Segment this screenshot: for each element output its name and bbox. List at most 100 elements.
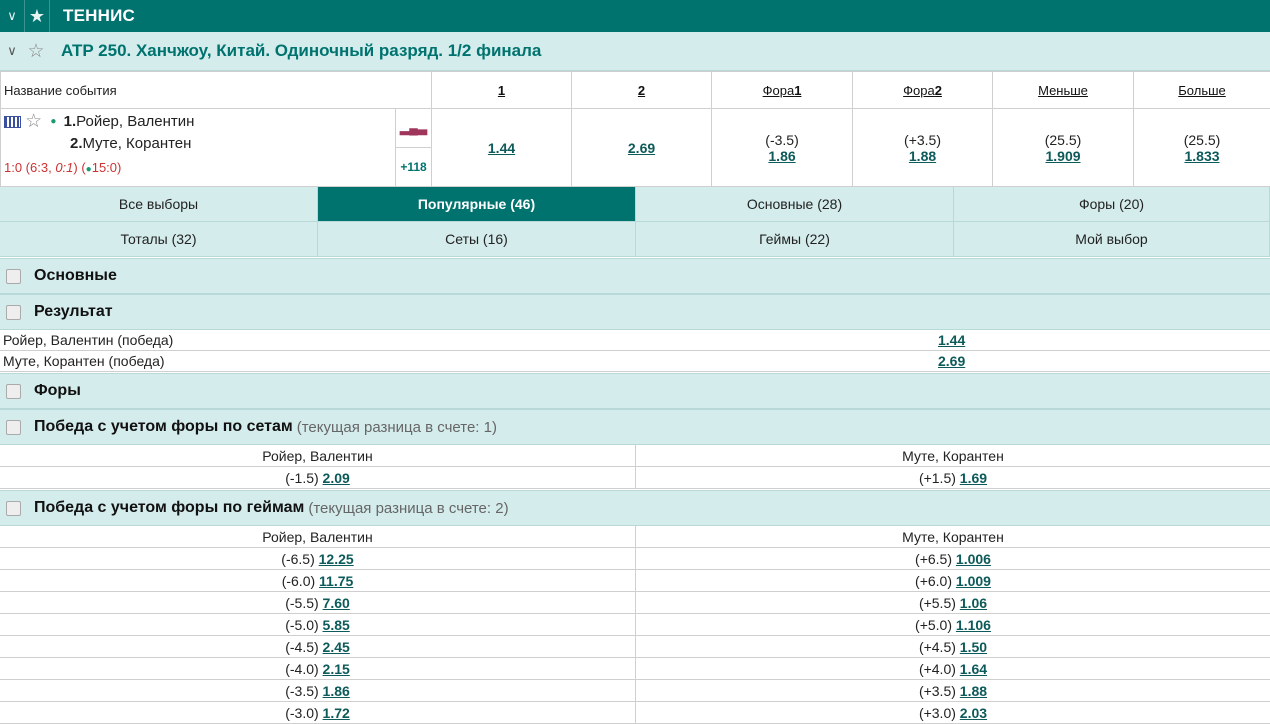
handicap-odd[interactable]: 5.85 <box>323 617 350 633</box>
checkbox[interactable] <box>6 305 21 320</box>
handicap-row: (+4.5) 1.50 <box>636 636 1270 658</box>
player-2-number: 2. <box>70 135 83 152</box>
handicap-odd[interactable]: 1.69 <box>960 470 987 486</box>
handicap-base: (+4.5) <box>919 639 956 655</box>
handicap-base: (-6.5) <box>281 551 314 567</box>
filter-all[interactable]: Все выборы <box>0 187 318 222</box>
handicap-base: (+5.5) <box>919 595 956 611</box>
outcome-name: Муте, Корантен (победа) <box>0 353 636 369</box>
handicap-row: (+4.0) 1.64 <box>636 658 1270 680</box>
star-outline-icon[interactable]: ☆ <box>25 111 42 132</box>
col-less-header[interactable]: Меньше <box>1038 83 1088 98</box>
handicap-row: (-4.0) 2.15 <box>0 658 635 680</box>
handicap-odd[interactable]: 2.09 <box>323 470 350 486</box>
col-fora1-header[interactable]: Фора1 <box>763 83 802 98</box>
section-main[interactable]: Основные <box>0 258 1270 294</box>
less-base: (25.5) <box>994 132 1132 148</box>
more-odd[interactable]: 1.833 <box>1184 148 1219 164</box>
handicap-odd[interactable]: 1.006 <box>956 551 991 567</box>
filter-totals[interactable]: Тоталы (32) <box>0 222 318 257</box>
more-markets-link[interactable]: +118 <box>396 148 431 186</box>
handicap-odd[interactable]: 2.15 <box>323 661 350 677</box>
filter-sets[interactable]: Сеты (16) <box>318 222 636 257</box>
scoreboard-icon[interactable] <box>4 116 21 128</box>
handicap-odd[interactable]: 12.25 <box>319 551 354 567</box>
filter-main[interactable]: Основные (28) <box>636 187 954 222</box>
section-title: Форы <box>34 382 81 400</box>
result-row: Ройер, Валентин (победа) 1.44 <box>0 330 1270 351</box>
col-2-header[interactable]: 2 <box>638 83 645 98</box>
handicap-odd[interactable]: 1.106 <box>956 617 991 633</box>
handicap-base: (-5.5) <box>285 595 318 611</box>
handicap-odd[interactable]: 1.64 <box>960 661 987 677</box>
handicap-row: (-5.5) 7.60 <box>0 592 635 614</box>
handicap-odd[interactable]: 1.86 <box>323 683 350 699</box>
handicap-odd[interactable]: 1.06 <box>960 595 987 611</box>
handicap-row: (-4.5) 2.45 <box>0 636 635 658</box>
handicap-odd[interactable]: 1.50 <box>960 639 987 655</box>
handicap-base: (+4.0) <box>919 661 956 677</box>
more-base: (25.5) <box>1135 132 1269 148</box>
filter-handicaps[interactable]: Форы (20) <box>954 187 1270 222</box>
column-header: Муте, Корантен <box>636 526 1270 548</box>
statistics-icon[interactable]: ▂▄▃ <box>396 109 431 148</box>
handicap-row: (+3.0) 2.03 <box>636 702 1270 724</box>
sport-header: ∨ ★ ТЕННИС <box>0 0 1270 32</box>
section-subtitle: (текущая разница в счете: 1) <box>297 419 497 436</box>
handicap-row: (-6.5) 12.25 <box>0 548 635 570</box>
filter-my-choice[interactable]: Мой выбор <box>954 222 1270 257</box>
less-odd[interactable]: 1.909 <box>1045 148 1080 164</box>
section-subtitle: (текущая разница в счете: 2) <box>308 500 508 517</box>
handicap-base: (-5.0) <box>285 617 318 633</box>
star-outline-icon[interactable]: ☆ <box>24 40 48 63</box>
section-games-handicap[interactable]: Победа с учетом форы по геймам (текущая … <box>0 490 1270 526</box>
fora1-base: (-3.5) <box>713 132 851 148</box>
player-2[interactable]: 2.Муте, Корантен <box>4 133 392 155</box>
filter-popular[interactable]: Популярные (46) <box>318 187 636 222</box>
section-sets-handicap[interactable]: Победа с учетом форы по сетам (текущая р… <box>0 409 1270 445</box>
handicap-odd[interactable]: 1.72 <box>323 705 350 721</box>
outcome-odd[interactable]: 1.44 <box>938 332 965 348</box>
handicap-odd[interactable]: 7.60 <box>323 595 350 611</box>
market-filter-tabs: Все выборы Популярные (46) Основные (28)… <box>0 187 1270 257</box>
handicap-odd[interactable]: 1.88 <box>960 683 987 699</box>
league-title[interactable]: ATP 250. Ханчжоу, Китай. Одиночный разря… <box>48 41 541 61</box>
handicap-row: (-3.5) 1.86 <box>0 680 635 702</box>
filter-games[interactable]: Геймы (22) <box>636 222 954 257</box>
event-row: ☆ ● 1.Ройер, Валентин 2.Муте, Корантен 1… <box>1 109 1270 187</box>
handicap-odd[interactable]: 2.45 <box>323 639 350 655</box>
star-icon[interactable]: ★ <box>25 0 49 32</box>
fora1-odd[interactable]: 1.86 <box>768 148 795 164</box>
handicap-base: (-3.0) <box>285 705 318 721</box>
handicap-row: (+5.0) 1.106 <box>636 614 1270 636</box>
handicap-row: (+6.5) 1.006 <box>636 548 1270 570</box>
column-header: Ройер, Валентин <box>0 445 635 467</box>
section-result[interactable]: Результат <box>0 294 1270 330</box>
checkbox[interactable] <box>6 384 21 399</box>
odd-1[interactable]: 1.44 <box>488 140 515 156</box>
col-1-header[interactable]: 1 <box>498 83 505 98</box>
player-1[interactable]: ☆ ● 1.Ройер, Валентин <box>4 111 392 133</box>
column-header: Муте, Корантен <box>636 445 1270 467</box>
col-more-header[interactable]: Больше <box>1178 83 1226 98</box>
col-fora2-header[interactable]: Фора2 <box>903 83 942 98</box>
checkbox[interactable] <box>6 420 21 435</box>
odd-2[interactable]: 2.69 <box>628 140 655 156</box>
games-handicap-grid: Ройер, Валентин (-6.5) 12.25(-6.0) 11.75… <box>0 526 1270 724</box>
events-table: Название события 1 2 Фора1 Фора2 Меньше … <box>0 71 1270 187</box>
handicap-base: (+3.0) <box>919 705 956 721</box>
handicap-odd[interactable]: 1.009 <box>956 573 991 589</box>
handicap-odd[interactable]: 11.75 <box>319 573 353 589</box>
chevron-down-icon[interactable]: ∨ <box>0 0 24 32</box>
handicap-row: (+3.5) 1.88 <box>636 680 1270 702</box>
handicap-odd[interactable]: 2.03 <box>960 705 987 721</box>
checkbox[interactable] <box>6 269 21 284</box>
section-handicaps[interactable]: Форы <box>0 373 1270 409</box>
handicap-base: (+6.5) <box>915 551 952 567</box>
player-2-name: Муте, Корантен <box>83 135 192 152</box>
outcome-odd[interactable]: 2.69 <box>938 353 965 369</box>
chevron-down-icon[interactable]: ∨ <box>0 43 24 59</box>
checkbox[interactable] <box>6 501 21 516</box>
fora2-odd[interactable]: 1.88 <box>909 148 936 164</box>
handicap-row: (+5.5) 1.06 <box>636 592 1270 614</box>
